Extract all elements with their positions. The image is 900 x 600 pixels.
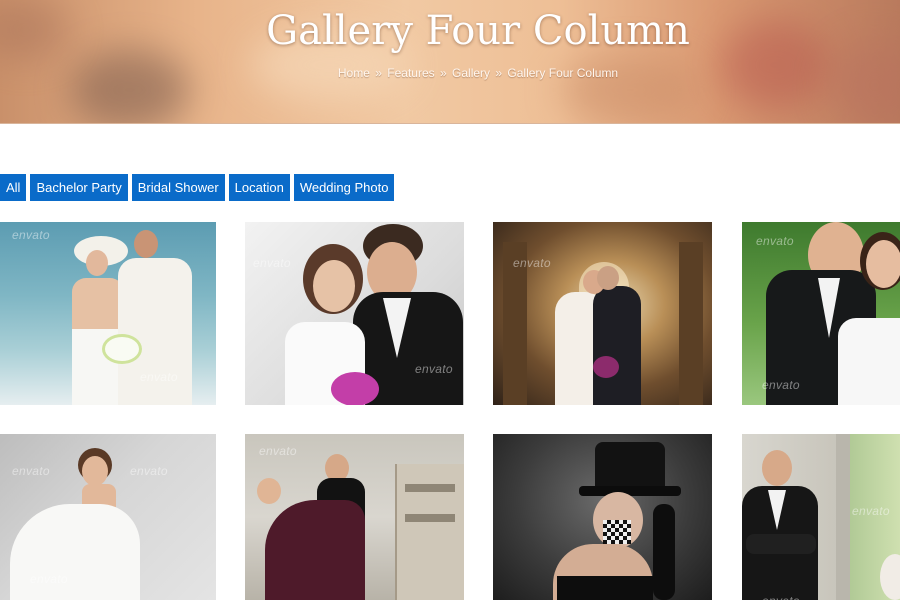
gallery-item-dancing-couple-street[interactable]: envato xyxy=(245,434,464,600)
breadcrumb: Home » Features » Gallery » Gallery Four… xyxy=(0,66,900,80)
gallery-item-groom-arms-crossed[interactable]: envato envato xyxy=(742,434,900,600)
gallery-item-woman-top-hat[interactable] xyxy=(493,434,712,600)
gallery-item-church-kiss[interactable]: envato xyxy=(493,222,712,405)
breadcrumb-current: Gallery Four Column xyxy=(507,66,619,80)
breadcrumb-features[interactable]: Features xyxy=(387,66,434,80)
filter-bridal-shower-button[interactable]: Bridal Shower xyxy=(131,174,225,201)
gallery-filter-bar: All Bachelor Party Bridal Shower Locatio… xyxy=(0,174,395,201)
filter-location-button[interactable]: Location xyxy=(228,174,290,201)
gallery-item-studio-couple-bouquet[interactable]: envato envato xyxy=(245,222,464,405)
filter-wedding-photo-button[interactable]: Wedding Photo xyxy=(293,174,395,201)
gallery-item-bride-seated-white-dress[interactable]: envato envato envato xyxy=(0,434,216,600)
gallery-item-beach-couple[interactable]: envato envato xyxy=(0,222,216,405)
breadcrumb-separator: » xyxy=(439,66,447,80)
breadcrumb-home[interactable]: Home xyxy=(338,66,370,80)
gallery-item-smiling-couple-suit[interactable]: envato envato xyxy=(742,222,900,405)
page-title: Gallery Four Column xyxy=(266,8,690,54)
breadcrumb-separator: » xyxy=(495,66,503,80)
page-header-banner: Gallery Four Column Home » Features » Ga… xyxy=(0,0,900,124)
breadcrumb-separator: » xyxy=(375,66,382,80)
filter-all-button[interactable]: All xyxy=(0,174,27,201)
breadcrumb-gallery[interactable]: Gallery xyxy=(452,66,490,80)
filter-bachelor-party-button[interactable]: Bachelor Party xyxy=(30,174,128,201)
